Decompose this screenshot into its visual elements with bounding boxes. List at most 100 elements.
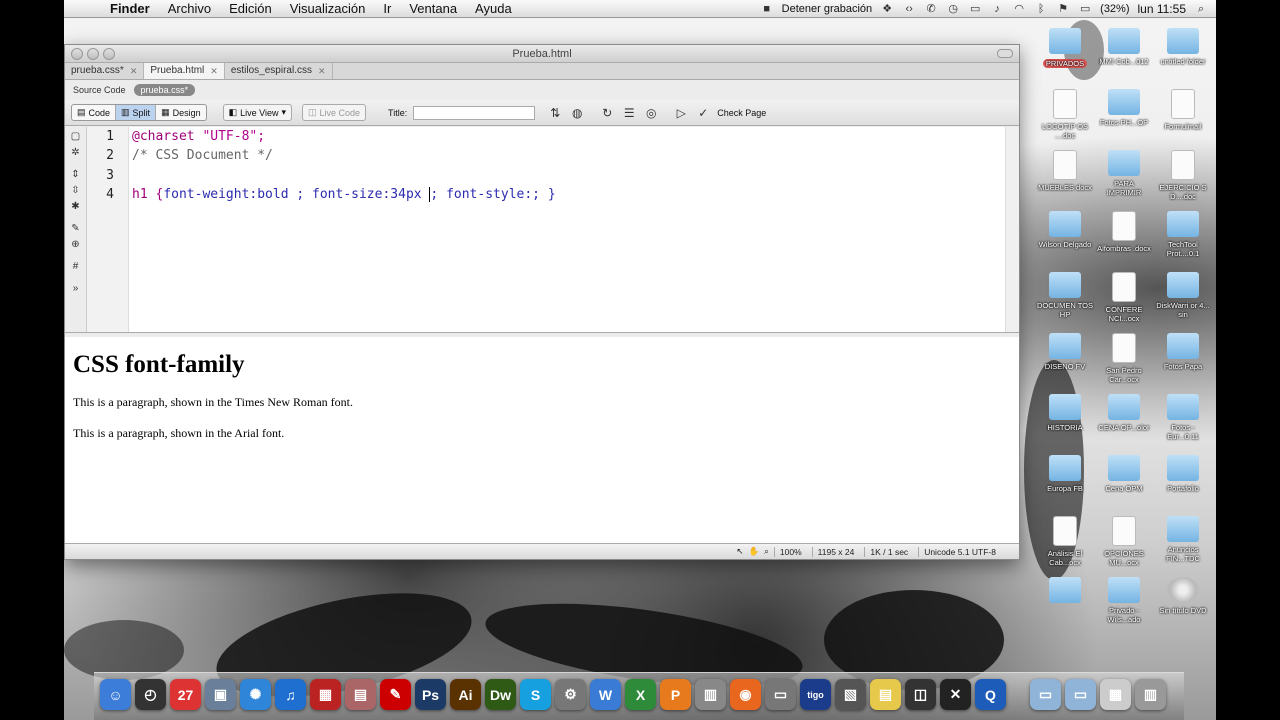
desktop-icon[interactable]: Análisis El Cab...ocx bbox=[1037, 516, 1093, 567]
wifi-icon[interactable]: ◠ bbox=[1012, 3, 1026, 15]
design-paragraph[interactable]: This is a paragraph, shown in the Times … bbox=[73, 395, 1011, 410]
select-tool-icon[interactable]: ↖ bbox=[736, 546, 743, 557]
desktop-icon[interactable]: Formulmail bbox=[1155, 89, 1211, 131]
quicktime-icon[interactable]: Q bbox=[975, 679, 1006, 710]
skype-icon[interactable]: S bbox=[520, 679, 551, 710]
safari-icon[interactable]: ✺ bbox=[240, 679, 271, 710]
downloads-icon[interactable]: ▦ bbox=[1100, 679, 1131, 710]
refresh-icon[interactable]: ↻ bbox=[599, 106, 615, 120]
finder-icon[interactable]: ☺ bbox=[100, 679, 131, 710]
desktop-icon[interactable]: DISENO FV bbox=[1037, 333, 1093, 371]
expand-all-icon[interactable]: ✱ bbox=[65, 199, 86, 215]
hand-tool-icon[interactable]: ✋ bbox=[749, 546, 760, 557]
flag-icon[interactable]: ⚑ bbox=[1056, 3, 1070, 15]
desktop-icon[interactable]: Fotos PH...OP bbox=[1096, 89, 1152, 127]
acrobat-icon[interactable]: ✎ bbox=[380, 679, 411, 710]
toolbar-toggle-button[interactable] bbox=[997, 49, 1013, 58]
view-options-icon[interactable]: ☰ bbox=[621, 106, 637, 120]
dashboard-icon[interactable]: ◴ bbox=[135, 679, 166, 710]
activity-monitor-icon[interactable]: ◫ bbox=[905, 679, 936, 710]
desktop-icon[interactable]: DOCUMEN TOS HP bbox=[1037, 272, 1093, 319]
desktop-icon[interactable]: Sin título DVD bbox=[1155, 577, 1211, 615]
tigo-icon[interactable]: tigo bbox=[800, 679, 831, 710]
desktop-icon[interactable]: Fotos - Eur...0.11 bbox=[1155, 394, 1211, 441]
related-file-pill[interactable]: prueba.css* bbox=[133, 84, 196, 96]
code-tags-icon[interactable]: ‹› bbox=[902, 3, 916, 15]
menu-finder[interactable]: Finder bbox=[110, 1, 150, 16]
time-machine-icon[interactable]: ◷ bbox=[946, 3, 960, 15]
close-tab-icon[interactable]: ✕ bbox=[210, 63, 218, 79]
dropbox-icon[interactable]: ❖ bbox=[880, 3, 894, 15]
desktop-icon[interactable]: TechTool Prot....0.1 bbox=[1155, 211, 1211, 258]
close-window-button[interactable] bbox=[71, 48, 83, 60]
zoom-select[interactable]: 100% bbox=[773, 546, 807, 557]
phone-icon[interactable]: ✆ bbox=[924, 3, 938, 15]
dreamweaver-icon[interactable]: Dw bbox=[485, 679, 516, 710]
desktop-icon[interactable]: Cena OPM bbox=[1096, 455, 1152, 493]
menu-edicion[interactable]: Edición bbox=[229, 1, 272, 16]
app-icon-1[interactable]: ▭ bbox=[765, 679, 796, 710]
desktop-icon[interactable]: PRIVADOS bbox=[1037, 28, 1093, 69]
collapse-selection-icon[interactable]: ⇳ bbox=[65, 183, 86, 199]
display-icon[interactable]: ▭ bbox=[968, 3, 982, 15]
design-paragraph[interactable]: This is a paragraph, shown in the Arial … bbox=[73, 426, 1011, 441]
code-editor[interactable]: @charset "UTF-8"; /* CSS Document */ h1 … bbox=[132, 127, 1005, 204]
source-code-link[interactable]: Source Code bbox=[73, 85, 126, 95]
preferences-icon[interactable]: ⚙ bbox=[555, 679, 586, 710]
documents-folder-icon[interactable]: ▭ bbox=[1065, 679, 1096, 710]
menu-archivo[interactable]: Archivo bbox=[168, 1, 211, 16]
show-code-navigator-icon[interactable]: ✲ bbox=[65, 145, 86, 161]
file-management-icon[interactable]: ⇅ bbox=[547, 106, 563, 120]
collapse-tag-icon[interactable]: ⇕ bbox=[65, 167, 86, 183]
app-icon-3[interactable]: ✕ bbox=[940, 679, 971, 710]
desktop-icon[interactable]: Fotos Papa bbox=[1155, 333, 1211, 371]
desktop-icon[interactable]: MUEBLES docx bbox=[1037, 150, 1093, 192]
calendar-icon[interactable]: 27 bbox=[170, 679, 201, 710]
code-scrollbar[interactable] bbox=[1005, 127, 1019, 332]
code-line[interactable]: /* CSS Document */ bbox=[132, 146, 1005, 165]
tab-estilos-espiral[interactable]: estilos_espiral.css ✕ bbox=[225, 63, 333, 79]
desktop-icon[interactable]: Privado - Wils...ado bbox=[1096, 577, 1152, 624]
app-icon-2[interactable]: ▧ bbox=[835, 679, 866, 710]
menu-ir[interactable]: Ir bbox=[383, 1, 391, 16]
desktop-icon[interactable] bbox=[1037, 577, 1093, 606]
desktop-icon[interactable]: DiskWarri or 4... sin bbox=[1155, 272, 1211, 319]
select-parent-tag-icon[interactable]: ✎ bbox=[65, 221, 86, 237]
photoshop-icon[interactable]: Ps bbox=[415, 679, 446, 710]
design-view-button[interactable]: ▦ Design bbox=[156, 105, 206, 120]
menu-ayuda[interactable]: Ayuda bbox=[475, 1, 512, 16]
tab-prueba-css[interactable]: prueba.css* ✕ bbox=[65, 63, 145, 79]
spotlight-icon[interactable]: ⌕ bbox=[1194, 3, 1208, 15]
applications-folder-icon[interactable]: ▭ bbox=[1030, 679, 1061, 710]
iphoto-icon[interactable]: ▤ bbox=[345, 679, 376, 710]
desktop-icon[interactable]: MMI Cob...012 bbox=[1096, 28, 1152, 66]
menu-ventana[interactable]: Ventana bbox=[409, 1, 457, 16]
photo-booth-icon[interactable]: ▦ bbox=[310, 679, 341, 710]
utility-icon[interactable]: ▥ bbox=[695, 679, 726, 710]
desktop-icon[interactable]: untitled folder bbox=[1155, 28, 1211, 66]
title-input[interactable] bbox=[413, 105, 536, 120]
balance-braces-icon[interactable]: ⊕ bbox=[65, 237, 86, 253]
window-titlebar[interactable]: Prueba.html bbox=[65, 45, 1019, 63]
illustrator-icon[interactable]: Ai bbox=[450, 679, 481, 710]
itunes-icon[interactable]: ♫ bbox=[275, 679, 306, 710]
open-documents-icon[interactable]: ▢ bbox=[65, 129, 86, 145]
menu-clock[interactable]: lun 11:55 bbox=[1138, 2, 1187, 16]
desktop-icon[interactable]: Wilson Delgado bbox=[1037, 211, 1093, 249]
design-heading[interactable]: CSS font-family bbox=[73, 351, 1011, 379]
validate-icon[interactable]: ▷ bbox=[673, 106, 689, 120]
desktop-icon[interactable]: HISTORIA bbox=[1037, 394, 1093, 432]
code-line[interactable]: @charset "UTF-8"; bbox=[132, 127, 1005, 146]
close-tab-icon[interactable]: ✕ bbox=[130, 63, 138, 79]
desktop-icon[interactable]: San Pedro Car...ocx bbox=[1096, 333, 1152, 384]
word-icon[interactable]: W bbox=[590, 679, 621, 710]
desktop-icon[interactable]: Europa FB bbox=[1037, 455, 1093, 493]
code-line[interactable] bbox=[132, 166, 1005, 185]
preview-icon[interactable]: ▣ bbox=[205, 679, 236, 710]
excel-icon[interactable]: X bbox=[625, 679, 656, 710]
design-view[interactable]: CSS font-family This is a paragraph, sho… bbox=[65, 337, 1019, 543]
check-page-button[interactable]: Check Page bbox=[717, 108, 766, 118]
desktop-icon[interactable]: CENA OP...olor bbox=[1096, 394, 1152, 432]
tab-prueba-html[interactable]: Prueba.html ✕ bbox=[144, 63, 225, 79]
live-code-button[interactable]: ◫ Live Code bbox=[302, 104, 367, 121]
